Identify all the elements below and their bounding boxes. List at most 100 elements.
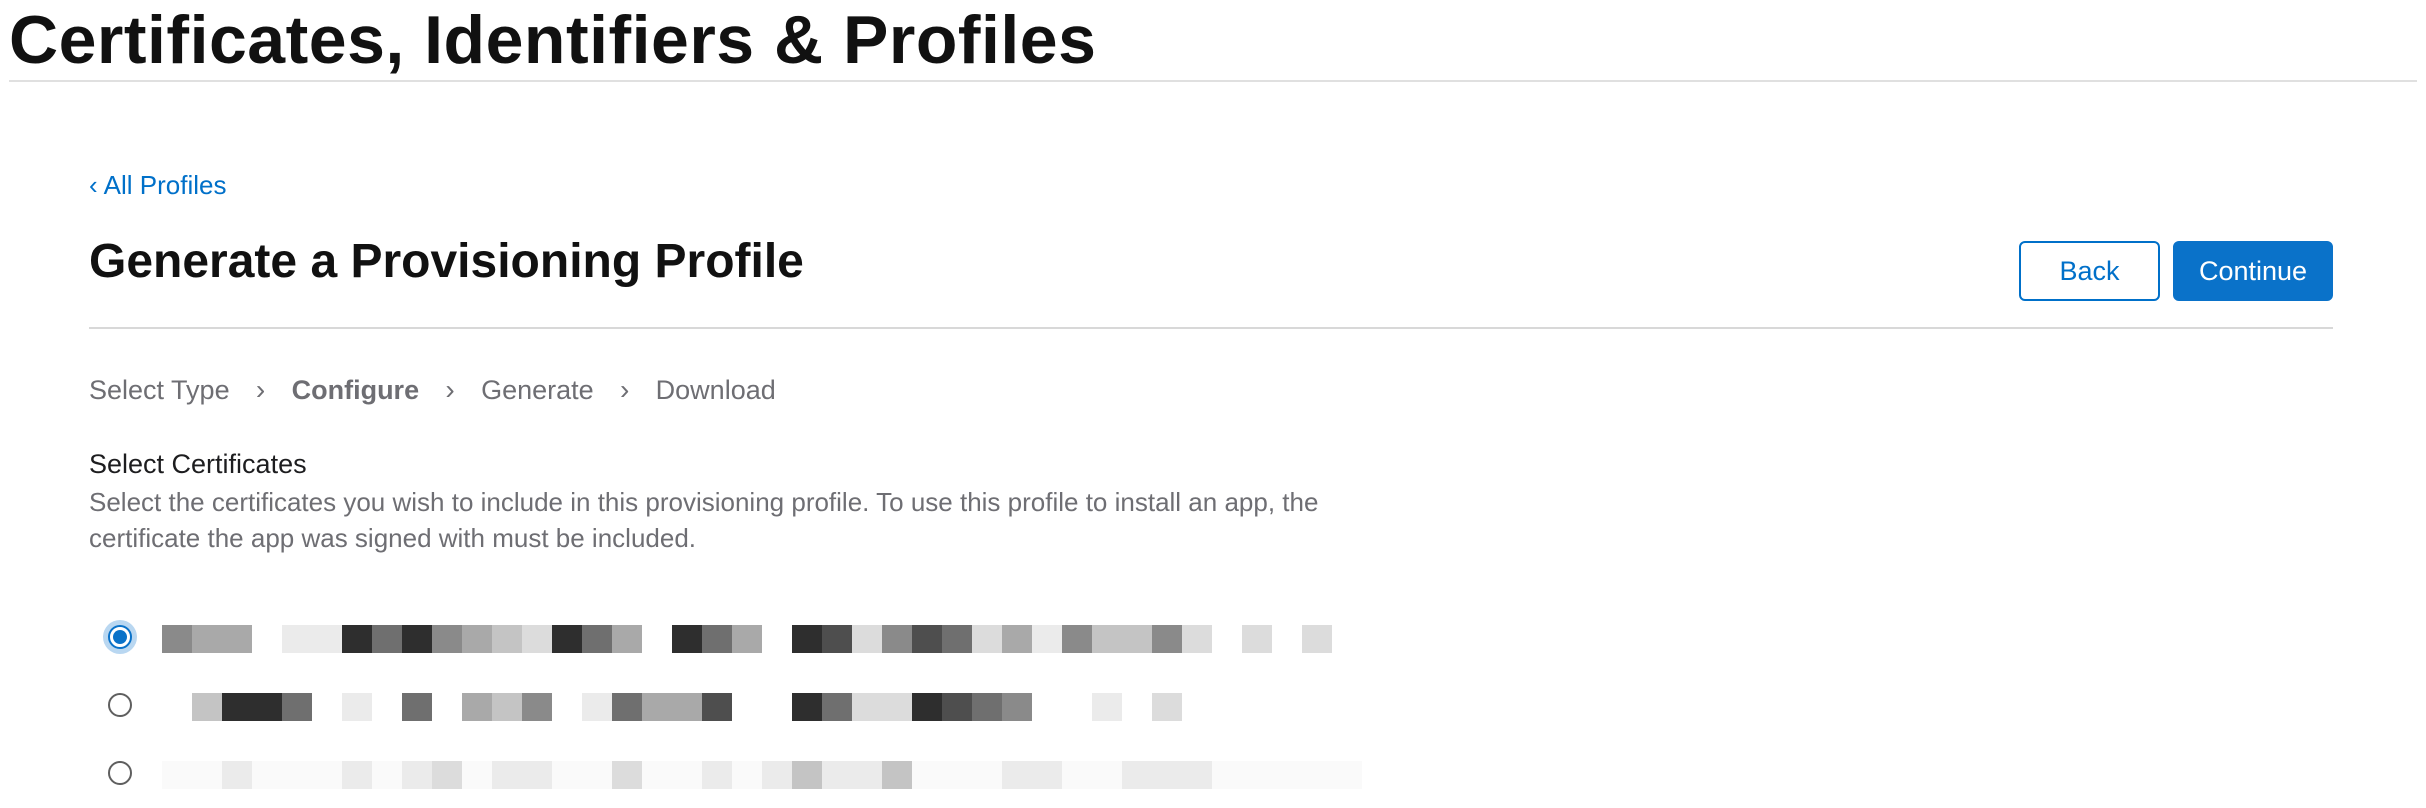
- certificate-radio[interactable]: [108, 625, 132, 649]
- redaction-block: [582, 693, 612, 721]
- redaction-block: [732, 761, 762, 789]
- redaction-block: [312, 625, 342, 653]
- redaction-block: [822, 761, 852, 789]
- redaction-block: [282, 761, 312, 789]
- select-certificates-description: Select the certificates you wish to incl…: [89, 487, 1319, 553]
- certificate-radio[interactable]: [108, 761, 132, 785]
- certificate-name-redacted: [162, 761, 1482, 789]
- redaction-block: [1152, 625, 1182, 653]
- redaction-block: [1332, 761, 1362, 789]
- redaction-block: [372, 625, 402, 653]
- redaction-block: [522, 625, 552, 653]
- redaction-block: [1032, 761, 1062, 789]
- redaction-block: [912, 693, 942, 721]
- redaction-block: [852, 625, 882, 653]
- redaction-block: [162, 625, 192, 653]
- redaction-block: [972, 761, 1002, 789]
- redaction-block: [522, 693, 552, 721]
- redaction-block: [282, 625, 312, 653]
- redaction-block: [492, 625, 522, 653]
- redaction-block: [1272, 761, 1302, 789]
- redaction-block: [432, 761, 462, 789]
- redaction-block: [1002, 693, 1032, 721]
- redaction-block: [792, 625, 822, 653]
- redaction-block: [492, 761, 522, 789]
- redaction-block: [282, 693, 312, 721]
- redaction-block: [642, 693, 672, 721]
- redaction-block: [1032, 625, 1062, 653]
- back-link-label: All Profiles: [103, 170, 227, 200]
- redaction-block: [882, 761, 912, 789]
- redaction-block: [972, 625, 1002, 653]
- redaction-block: [372, 761, 402, 789]
- redaction-block: [672, 625, 702, 653]
- step-download: Download: [655, 374, 776, 405]
- redaction-block: [1062, 625, 1092, 653]
- redaction-block: [1092, 693, 1122, 721]
- redaction-block: [192, 693, 222, 721]
- redaction-block: [1152, 761, 1182, 789]
- step-generate: Generate: [481, 374, 594, 405]
- redaction-block: [882, 693, 912, 721]
- certificate-row[interactable]: [100, 753, 1480, 791]
- redaction-block: [222, 761, 252, 789]
- redaction-block: [642, 761, 672, 789]
- redaction-block: [462, 693, 492, 721]
- redaction-block: [1122, 625, 1152, 653]
- redaction-block: [672, 761, 702, 789]
- page-header: Certificates, Identifiers & Profiles: [9, 0, 2417, 82]
- redaction-block: [612, 693, 642, 721]
- redaction-block: [672, 693, 702, 721]
- redaction-block: [822, 625, 852, 653]
- redaction-block: [342, 625, 372, 653]
- redaction-block: [222, 693, 252, 721]
- redaction-block: [762, 761, 792, 789]
- redaction-block: [162, 761, 192, 789]
- redaction-block: [552, 761, 582, 789]
- back-button[interactable]: Back: [2019, 241, 2160, 301]
- continue-button[interactable]: Continue: [2173, 241, 2333, 301]
- divider: [89, 327, 2333, 329]
- redaction-block: [972, 693, 1002, 721]
- redaction-block: [702, 625, 732, 653]
- redaction-block: [402, 625, 432, 653]
- redaction-block: [192, 625, 222, 653]
- redaction-block: [192, 761, 222, 789]
- redaction-block: [1182, 625, 1212, 653]
- redaction-block: [252, 761, 282, 789]
- redaction-block: [522, 761, 552, 789]
- redaction-block: [432, 625, 462, 653]
- chevron-right-icon: ›: [620, 374, 630, 405]
- all-profiles-link[interactable]: ‹ All Profiles: [89, 170, 227, 201]
- redaction-block: [1182, 761, 1212, 789]
- redaction-block: [492, 693, 522, 721]
- redaction-block: [312, 761, 342, 789]
- redaction-block: [222, 625, 252, 653]
- redaction-block: [702, 693, 732, 721]
- redaction-block: [342, 761, 372, 789]
- redaction-block: [1242, 761, 1272, 789]
- certificate-name-redacted: [162, 693, 1482, 721]
- redaction-block: [1002, 625, 1032, 653]
- redaction-block: [912, 761, 942, 789]
- redaction-block: [1092, 761, 1122, 789]
- certificate-radio[interactable]: [108, 693, 132, 717]
- redaction-block: [1302, 761, 1332, 789]
- redaction-block: [792, 693, 822, 721]
- redaction-block: [402, 693, 432, 721]
- redaction-block: [612, 625, 642, 653]
- step-indicator: Select Type › Configure › Generate › Dow…: [89, 372, 776, 408]
- redaction-block: [1062, 761, 1092, 789]
- redaction-block: [852, 693, 882, 721]
- redaction-block: [1002, 761, 1032, 789]
- redaction-block: [1212, 761, 1242, 789]
- certificate-row[interactable]: [100, 685, 1480, 723]
- redaction-block: [402, 761, 432, 789]
- redaction-block: [342, 693, 372, 721]
- redaction-block: [942, 693, 972, 721]
- redaction-block: [1242, 625, 1272, 653]
- step-select-type: Select Type: [89, 374, 230, 405]
- certificate-row[interactable]: [100, 617, 1480, 655]
- redaction-block: [912, 625, 942, 653]
- redaction-block: [582, 625, 612, 653]
